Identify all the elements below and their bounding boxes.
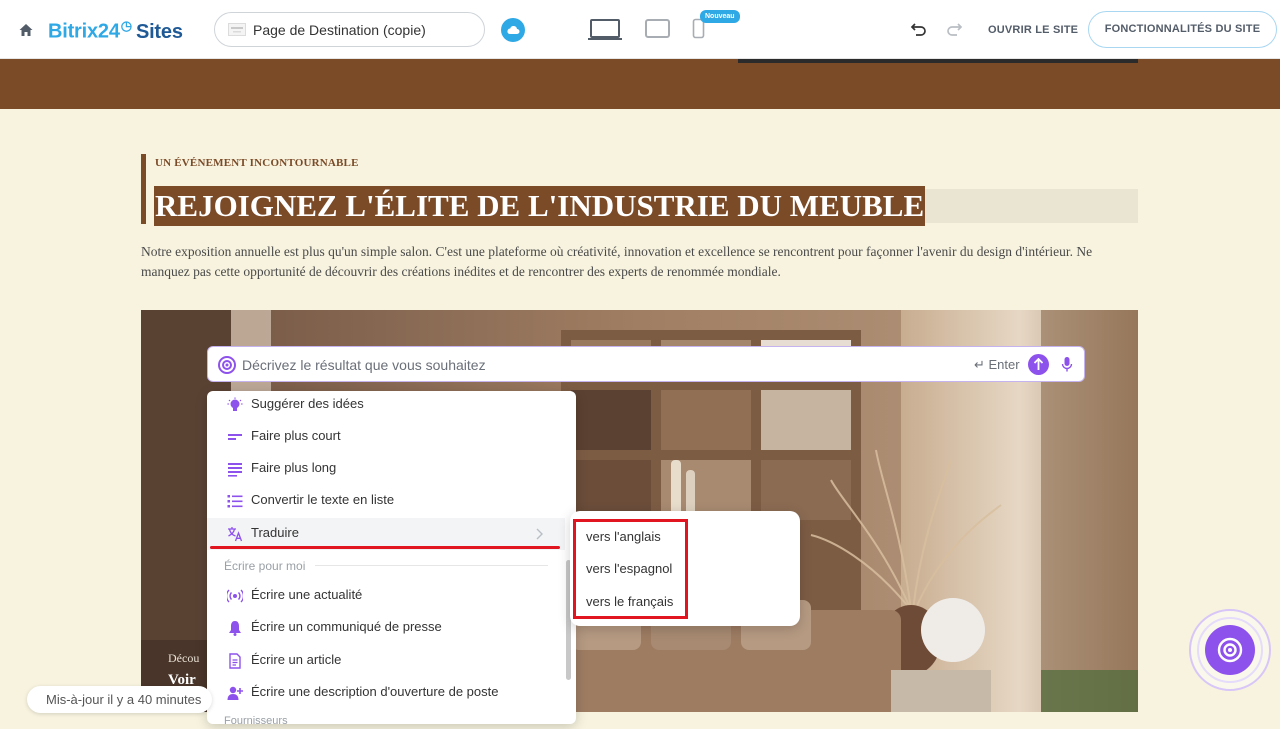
- ai-prompt-input[interactable]: [242, 353, 942, 377]
- bell-icon: [229, 621, 241, 636]
- last-updated-text: Mis-à-jour il y a 40 minutes: [46, 692, 202, 707]
- previous-section-band: [0, 59, 1280, 109]
- menu-item-write-news[interactable]: Écrire une actualité: [207, 580, 565, 612]
- menu-item-label: Écrire une actualité: [251, 587, 363, 602]
- cloud-save-button[interactable]: [501, 18, 525, 42]
- list-icon: [227, 495, 243, 508]
- translate-icon: [228, 527, 243, 542]
- tablet-icon[interactable]: [645, 19, 671, 39]
- enter-label: Enter: [988, 357, 1020, 372]
- logo-sites-text: Sites: [135, 20, 183, 43]
- cloud-icon: [507, 26, 520, 34]
- menu-item-label: Écrire une description d'ouverture de po…: [251, 684, 499, 699]
- chevron-right-icon: [536, 528, 543, 540]
- ai-actions-menu: Suggérer des idées Faire plus court Fair…: [207, 391, 576, 724]
- ai-prompt-bar: ↵ Enter: [207, 346, 1085, 382]
- document-icon: [229, 653, 241, 669]
- menu-item-label: Suggérer des idées: [251, 396, 364, 411]
- lengthen-icon: [228, 463, 242, 477]
- copilot-floating-button[interactable]: [1189, 609, 1271, 691]
- previous-image-edge: [738, 59, 1138, 63]
- menu-item-write-article[interactable]: Écrire un article: [207, 645, 565, 677]
- menu-item-write-press-release[interactable]: Écrire un communiqué de presse: [207, 612, 565, 644]
- shorten-icon: [228, 434, 242, 440]
- undo-icon[interactable]: [910, 21, 928, 37]
- menu-section-label-more: Fournisseurs: [224, 715, 288, 724]
- title-background: [899, 189, 1138, 223]
- menu-item-label: Faire plus long: [251, 460, 337, 475]
- accent-bar: [141, 154, 146, 224]
- menu-divider: [315, 565, 548, 566]
- menu-section-label: Écrire pour moi: [224, 559, 306, 573]
- copilot-core: [1205, 625, 1255, 675]
- home-icon[interactable]: [18, 22, 34, 38]
- clock-icon: ◷: [120, 18, 132, 33]
- menu-item-suggest-ideas[interactable]: Suggérer des idées: [207, 391, 565, 421]
- menu-item-label: Faire plus court: [251, 428, 341, 443]
- section-title[interactable]: REJOIGNEZ L'ÉLITE DE L'INDUSTRIE DU MEUB…: [154, 186, 926, 226]
- menu-item-label: Écrire un communiqué de presse: [251, 619, 442, 634]
- enter-hint: ↵ Enter: [974, 357, 1020, 372]
- page-thumbnail-icon: [228, 23, 246, 36]
- top-bar: Bitrix24◷ Sites Page de Destination (copi…: [0, 0, 1280, 59]
- menu-item-label: Traduire: [251, 525, 299, 540]
- section-paragraph[interactable]: Notre exposition annuelle est plus qu'un…: [141, 242, 1101, 282]
- menu-item-label: Convertir le texte en liste: [251, 492, 395, 507]
- copilot-icon: [218, 356, 236, 374]
- menu-item-shorten[interactable]: Faire plus court: [207, 421, 565, 453]
- page-name: Page de Destination (copie): [253, 22, 426, 38]
- menu-item-lengthen[interactable]: Faire plus long: [207, 453, 565, 485]
- add-user-icon: [227, 686, 243, 700]
- menu-item-label: Écrire un article: [251, 652, 342, 667]
- logo-b24-text: Bitrix24: [48, 20, 120, 43]
- arrow-up-icon: [1033, 358, 1044, 370]
- translate-highlight-underline: [210, 546, 560, 549]
- page-selector[interactable]: Page de Destination (copie): [214, 12, 485, 47]
- last-updated-status: Mis-à-jour il y a 40 minutes: [27, 686, 212, 713]
- redo-icon[interactable]: [945, 21, 963, 37]
- hero-caption[interactable]: Décou: [168, 651, 199, 666]
- new-badge: Nouveau: [700, 10, 740, 23]
- copilot-icon: [1217, 637, 1243, 663]
- site-features-button[interactable]: FONCTIONNALITÉS DU SITE: [1088, 11, 1277, 48]
- broadcast-icon: [227, 589, 243, 603]
- open-site-link[interactable]: OUVRIR LE SITE: [988, 24, 1078, 36]
- menu-item-convert-to-list[interactable]: Convertir le texte en liste: [207, 485, 565, 517]
- microphone-icon[interactable]: [1061, 356, 1073, 373]
- section-eyebrow[interactable]: UN ÉVÉNEMENT INCONTOURNABLE: [155, 157, 359, 169]
- bitrix24-sites-logo[interactable]: Bitrix24◷ Sites: [48, 18, 183, 44]
- laptop-icon[interactable]: [587, 18, 623, 42]
- menu-item-write-job-description[interactable]: Écrire une description d'ouverture de po…: [207, 677, 565, 709]
- submenu-highlight-box: [573, 519, 688, 619]
- lightbulb-icon: [227, 397, 243, 411]
- send-button[interactable]: [1028, 354, 1049, 375]
